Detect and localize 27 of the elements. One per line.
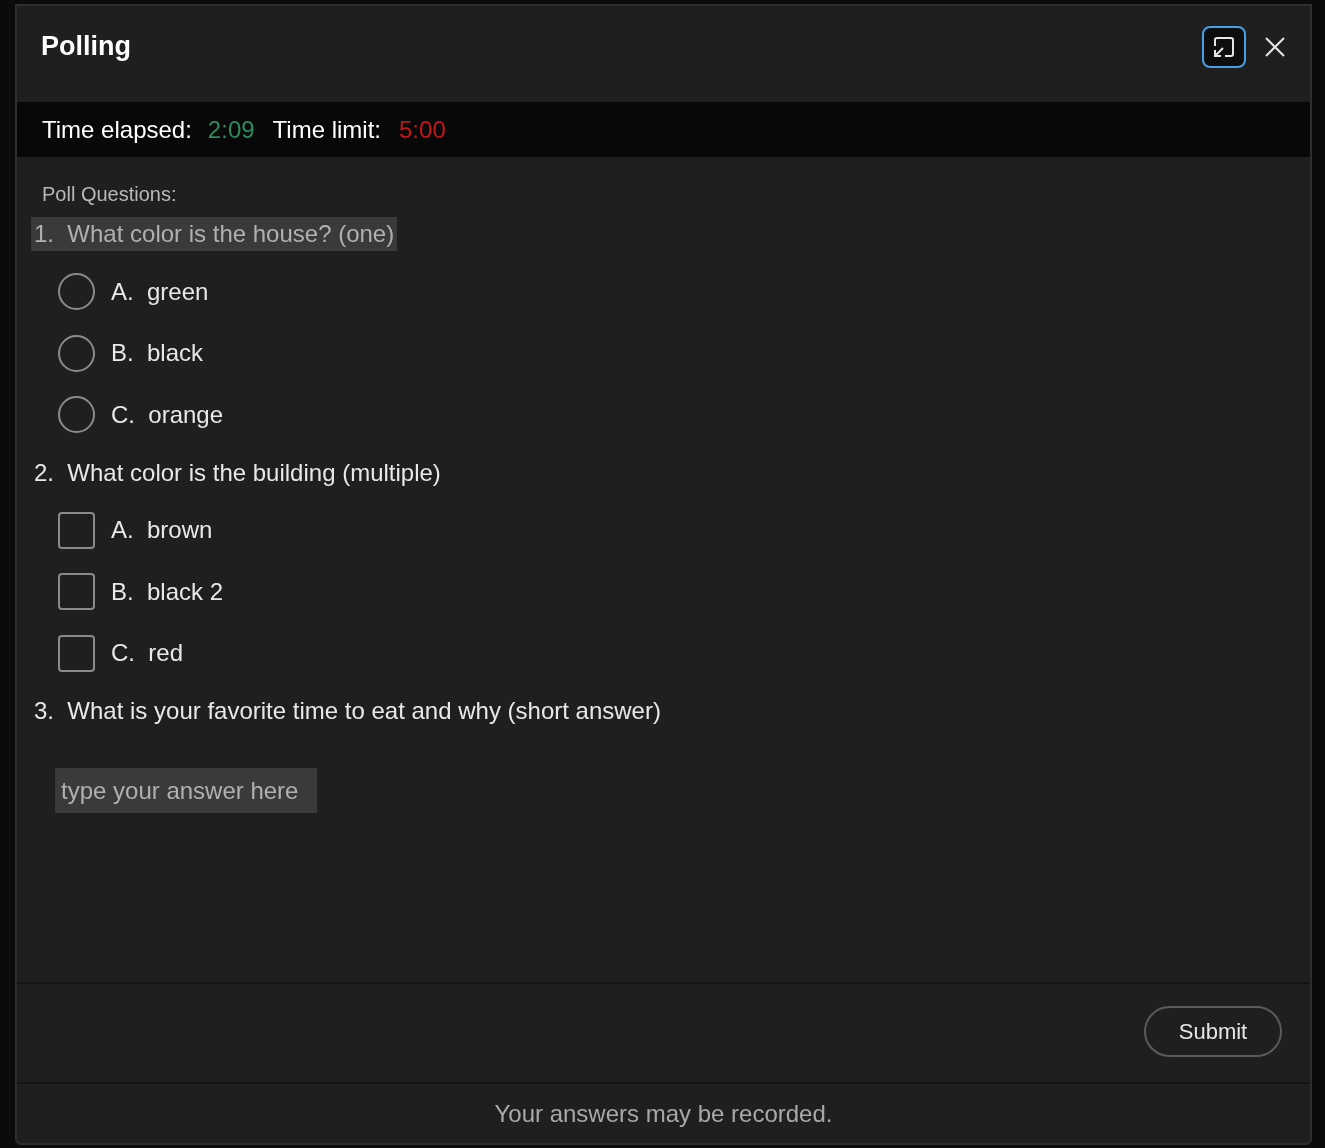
radio-button[interactable] xyxy=(58,396,95,434)
option-label[interactable]: B. black 2 xyxy=(111,573,224,610)
radio-button[interactable] xyxy=(58,334,95,372)
window-title: Polling xyxy=(41,30,131,63)
recording-notice: Your answers may be recorded. xyxy=(494,1098,833,1129)
restore-icon xyxy=(1211,34,1237,60)
answer-field[interactable]: type your answer here xyxy=(55,768,317,813)
question-text: 1. What color is the house? (one) xyxy=(31,217,398,251)
elapsed-label: Time elapsed: xyxy=(42,114,192,145)
restore-button[interactable] xyxy=(1202,26,1246,68)
question-text: 2. What color is the building (multiple) xyxy=(33,457,442,488)
checkbox[interactable] xyxy=(58,634,95,672)
checkbox[interactable] xyxy=(58,511,95,549)
submit-button[interactable]: Submit xyxy=(1144,1005,1282,1057)
elapsed-time: 2:09 xyxy=(207,114,255,145)
limit-time: 5:00 xyxy=(399,114,446,145)
option-label[interactable]: B. black xyxy=(111,335,204,372)
radio-button[interactable] xyxy=(58,273,95,311)
option-label[interactable]: A. brown xyxy=(111,512,213,549)
section-label: Poll Questions: xyxy=(42,182,177,207)
close-icon xyxy=(1264,36,1286,58)
question-text: 3. What is your favorite time to eat and why (short answer) xyxy=(33,696,662,726)
checkbox[interactable] xyxy=(58,573,95,611)
option-label[interactable]: C. orange xyxy=(111,396,224,433)
option-label[interactable]: C. red xyxy=(111,635,184,672)
option-label[interactable]: A. green xyxy=(111,273,209,310)
limit-label: Time limit: xyxy=(272,114,381,145)
